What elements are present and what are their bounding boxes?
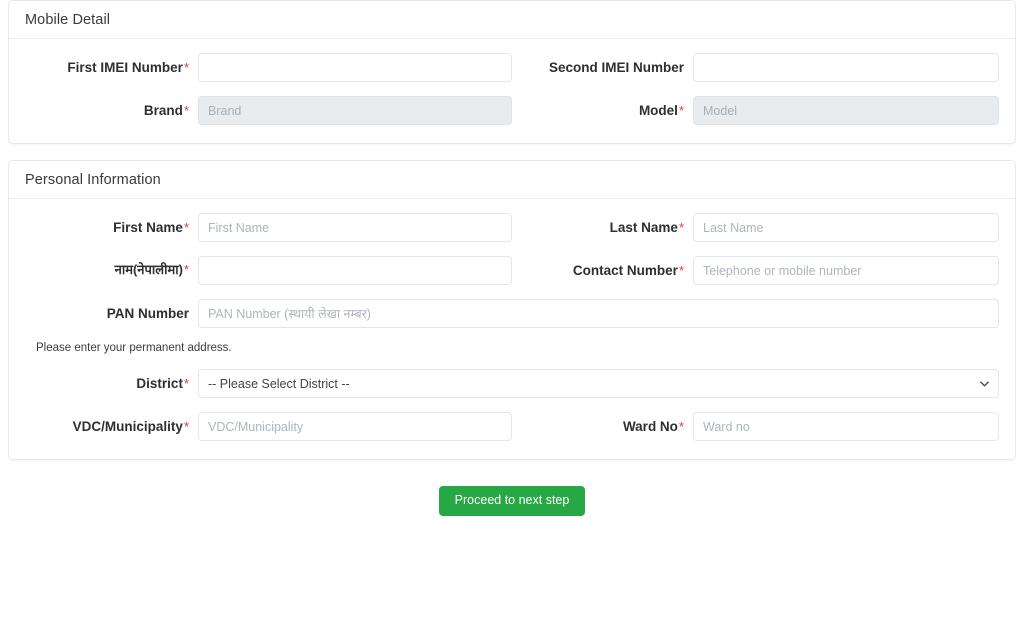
label-text: Brand (143, 102, 183, 118)
form-row: नाम(नेपालीमा)* Contact Number* (17, 256, 1007, 285)
panel-title-mobile-detail: Mobile Detail (9, 1, 1015, 39)
label-text: Ward No (622, 418, 678, 434)
label-text: Second IMEI Number (548, 59, 684, 75)
label-last-name: Last Name* (512, 220, 693, 236)
permanent-address-note: Please enter your permanent address. (36, 342, 232, 354)
label-contact-number: Contact Number* (512, 263, 693, 279)
required-marker: * (678, 418, 684, 434)
pan-number-input[interactable] (198, 299, 999, 328)
field-wrapper (198, 96, 512, 125)
required-marker: * (678, 102, 684, 118)
model-input (693, 96, 999, 125)
label-district: District* (17, 376, 198, 392)
form-row: First IMEI Number* Second IMEI Number (17, 53, 1007, 82)
field-wrapper (198, 299, 1007, 328)
form-group-last-name: Last Name* (512, 213, 1007, 242)
form-group-second-imei: Second IMEI Number (512, 53, 1007, 82)
last-name-input[interactable] (693, 213, 999, 242)
panel-title-personal-information: Personal Information (9, 161, 1015, 199)
label-text: Contact Number (572, 262, 678, 278)
panel-body-personal-information: First Name* Last Name* (9, 199, 1015, 459)
field-wrapper (198, 213, 512, 242)
label-text: VDC/Municipality (72, 418, 183, 434)
field-wrapper (693, 96, 1007, 125)
form-row: First Name* Last Name* (17, 213, 1007, 242)
form-group-brand: Brand* (17, 96, 512, 125)
first-name-input[interactable] (198, 213, 512, 242)
label-name-nepali: नाम(नेपालीमा)* (17, 262, 198, 278)
form-group-first-imei: First IMEI Number* (17, 53, 512, 82)
panel-personal-information: Personal Information First Name* Last Na… (8, 160, 1016, 460)
registration-form-page: Mobile Detail First IMEI Number* Second … (0, 0, 1024, 630)
required-marker: * (183, 102, 189, 118)
field-wrapper (198, 53, 512, 82)
form-footer: Proceed to next step (8, 476, 1016, 516)
label-text: Last Name (609, 219, 678, 235)
vdc-municipality-input[interactable] (198, 412, 512, 441)
required-marker: * (183, 418, 189, 434)
panel-mobile-detail: Mobile Detail First IMEI Number* Second … (8, 0, 1016, 144)
label-text: Model (638, 102, 678, 118)
form-group-district: District* -- Please Select District -- (17, 369, 1007, 398)
form-group-model: Model* (512, 96, 1007, 125)
required-marker: * (678, 262, 684, 278)
first-imei-input[interactable] (198, 53, 512, 82)
form-row: Brand* Model* (17, 96, 1007, 125)
proceed-to-next-step-button[interactable]: Proceed to next step (438, 486, 586, 516)
field-wrapper (198, 412, 512, 441)
required-marker: * (678, 219, 684, 235)
name-nepali-input[interactable] (198, 256, 512, 285)
form-group-name-nepali: नाम(नेपालीमा)* (17, 256, 512, 285)
brand-input (198, 96, 512, 125)
form-group-first-name: First Name* (17, 213, 512, 242)
field-wrapper (198, 256, 512, 285)
form-group-vdc-municipality: VDC/Municipality* (17, 412, 512, 441)
label-ward-no: Ward No* (512, 419, 693, 435)
label-brand: Brand* (17, 103, 198, 119)
label-text: PAN Number (106, 305, 189, 321)
panel-body-mobile-detail: First IMEI Number* Second IMEI Number Br… (9, 39, 1015, 143)
label-text: District (136, 375, 183, 391)
form-group-contact-number: Contact Number* (512, 256, 1007, 285)
form-row: District* -- Please Select District -- (17, 369, 1007, 398)
required-marker: * (183, 262, 189, 278)
second-imei-input[interactable] (693, 53, 999, 82)
field-wrapper: -- Please Select District -- (198, 369, 1007, 398)
ward-no-input[interactable] (693, 412, 999, 441)
field-wrapper (693, 53, 1007, 82)
label-first-name: First Name* (17, 220, 198, 236)
label-model: Model* (512, 103, 693, 119)
district-select[interactable]: -- Please Select District -- (198, 369, 999, 398)
field-wrapper (693, 213, 1007, 242)
contact-number-input[interactable] (693, 256, 999, 285)
field-wrapper (693, 412, 1007, 441)
form-row: VDC/Municipality* Ward No* (17, 412, 1007, 441)
form-group-ward-no: Ward No* (512, 412, 1007, 441)
label-pan-number: PAN Number (17, 306, 198, 322)
form-row: PAN Number (17, 299, 1007, 328)
field-wrapper (693, 256, 1007, 285)
label-first-imei: First IMEI Number* (17, 60, 198, 76)
label-vdc-municipality: VDC/Municipality* (17, 419, 198, 435)
required-marker: * (183, 59, 189, 75)
form-group-pan-number: PAN Number (17, 299, 1007, 328)
label-second-imei: Second IMEI Number (512, 60, 693, 76)
required-marker: * (183, 375, 189, 391)
label-text: First Name (113, 219, 183, 235)
label-text: नाम(नेपालीमा) (114, 262, 183, 278)
required-marker: * (183, 219, 189, 235)
label-text: First IMEI Number (67, 59, 183, 75)
